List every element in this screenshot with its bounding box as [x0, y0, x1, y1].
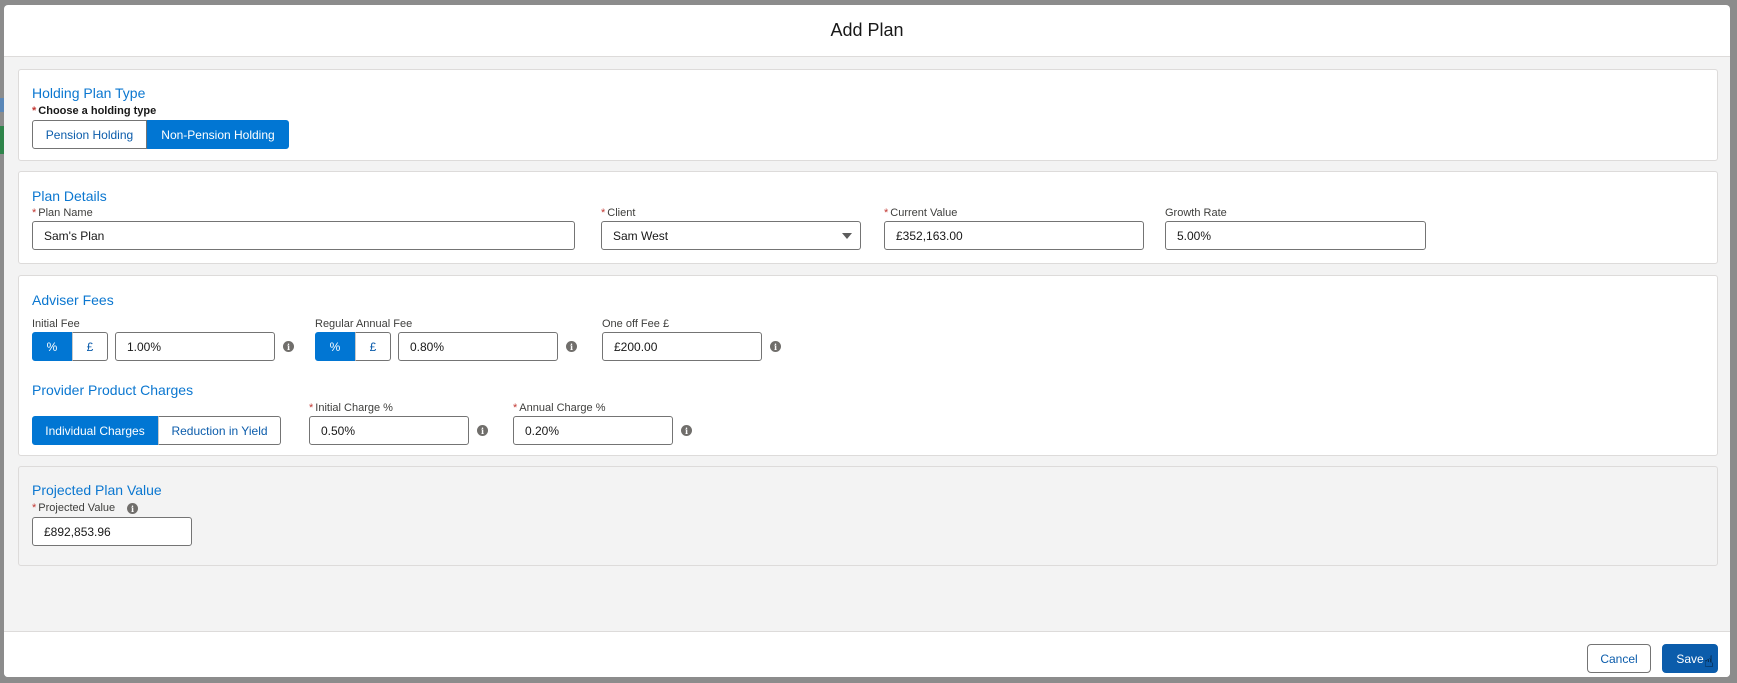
initial-fee-label: Initial Fee [32, 318, 80, 330]
initial-fee-unit-toggle: % £ [32, 332, 108, 361]
one-off-fee-input[interactable]: £200.00 [602, 332, 762, 361]
projected-plan-value-card: Projected Plan Value * Projected Value i … [18, 466, 1718, 566]
initial-fee-percent-button[interactable]: % [32, 332, 72, 361]
regular-fee-percent-button[interactable]: % [315, 332, 355, 361]
info-icon[interactable]: i [681, 425, 692, 436]
holding-type-button-group: Pension Holding Non-Pension Holding [32, 120, 289, 149]
modal-title: Add Plan [830, 20, 904, 40]
current-value-label: * Current Value [884, 207, 958, 219]
section-title: Plan Details [32, 188, 107, 204]
chevron-down-icon [842, 233, 852, 239]
projected-value-input[interactable]: £892,853.96 [32, 517, 192, 546]
client-label: * Client [601, 207, 636, 219]
regular-fee-pound-button[interactable]: £ [355, 332, 391, 361]
hand-pointer-icon: ☝ [1704, 654, 1714, 671]
info-icon[interactable]: i [283, 341, 294, 352]
reduction-in-yield-button[interactable]: Reduction in Yield [158, 416, 281, 445]
add-plan-modal: Add Plan Holding Plan Type * Choose a hol… [4, 5, 1730, 677]
plan-details-card: Plan Details * Plan Name Sam's Plan * Clie… [18, 171, 1718, 264]
pension-holding-button[interactable]: Pension Holding [32, 120, 147, 149]
holding-plan-type-card: Holding Plan Type * Choose a holding type… [18, 69, 1718, 161]
annual-charge-label: * Annual Charge % [513, 402, 606, 414]
modal-footer: Cancel Save ☝ [4, 631, 1730, 677]
holding-type-label: * Choose a holding type [32, 105, 157, 117]
plan-name-label: * Plan Name [32, 207, 93, 219]
client-select-value: Sam West [613, 228, 669, 243]
section-title: Adviser Fees [32, 292, 114, 308]
section-title: Provider Product Charges [32, 382, 194, 398]
modal-body: Holding Plan Type * Choose a holding type… [4, 57, 1730, 631]
one-off-fee-label: One off Fee £ [602, 318, 670, 330]
info-icon[interactable]: i [770, 341, 781, 352]
charges-type-button-group: Individual Charges Reduction in Yield [32, 416, 281, 445]
client-select[interactable]: Sam West [601, 221, 861, 250]
required-mark: * [32, 105, 37, 117]
regular-annual-fee-input[interactable]: 0.80% [398, 332, 558, 361]
individual-charges-button[interactable]: Individual Charges [32, 416, 158, 445]
initial-charge-input[interactable]: 0.50% [309, 416, 469, 445]
current-value-input[interactable]: £352,163.00 [884, 221, 1144, 250]
projected-value-label: * Projected Value [32, 502, 116, 514]
regular-fee-unit-toggle: % £ [315, 332, 391, 361]
initial-charge-label: * Initial Charge % [309, 402, 393, 414]
plan-name-input[interactable]: Sam's Plan [32, 221, 575, 250]
info-icon[interactable]: i [566, 341, 577, 352]
cancel-button[interactable]: Cancel [1587, 644, 1651, 673]
growth-rate-label: Growth Rate [1165, 207, 1227, 219]
info-icon[interactable]: i [127, 503, 138, 514]
initial-fee-pound-button[interactable]: £ [72, 332, 108, 361]
section-title: Holding Plan Type [32, 85, 146, 101]
initial-fee-input[interactable]: 1.00% [115, 332, 275, 361]
section-title: Projected Plan Value [32, 482, 162, 498]
annual-charge-input[interactable]: 0.20% [513, 416, 673, 445]
regular-annual-fee-label: Regular Annual Fee [315, 318, 413, 330]
modal-header: Add Plan [4, 5, 1730, 57]
info-icon[interactable]: i [477, 425, 488, 436]
adviser-fees-card: Adviser Fees Initial Fee % £ 1.00% i Reg… [18, 275, 1718, 456]
non-pension-holding-button[interactable]: Non-Pension Holding [147, 120, 289, 149]
growth-rate-input[interactable]: 5.00% [1165, 221, 1426, 250]
